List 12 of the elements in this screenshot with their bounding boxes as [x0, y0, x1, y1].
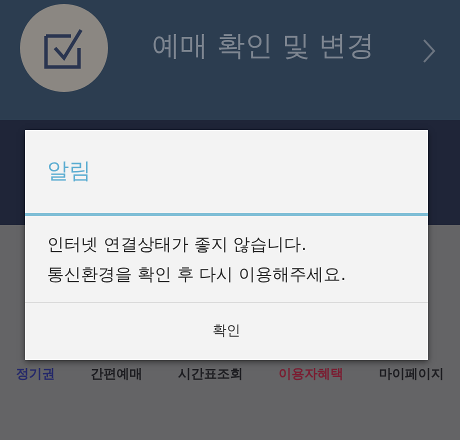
chevron-right-icon: [422, 38, 436, 64]
header-title: 예매 확인 및 변경: [152, 28, 375, 64]
header-bar[interactable]: 예매 확인 및 변경: [0, 0, 460, 120]
nav-item[interactable]: 정기권: [16, 365, 55, 384]
dialog-title: 알림: [47, 158, 91, 186]
nav-item[interactable]: 마이페이지: [379, 365, 444, 384]
dialog-message: 통신환경을 확인 후 다시 이용해주세요.: [47, 264, 348, 287]
dialog-message: 인터넷 연결상태가 좋지 않습니다.: [47, 234, 308, 257]
nav-item[interactable]: 이용자혜택: [278, 365, 344, 384]
nav-item[interactable]: 간편예매: [90, 365, 142, 384]
nav-item[interactable]: 시간표조회: [178, 365, 243, 384]
confirm-button[interactable]: 확인: [25, 303, 428, 360]
